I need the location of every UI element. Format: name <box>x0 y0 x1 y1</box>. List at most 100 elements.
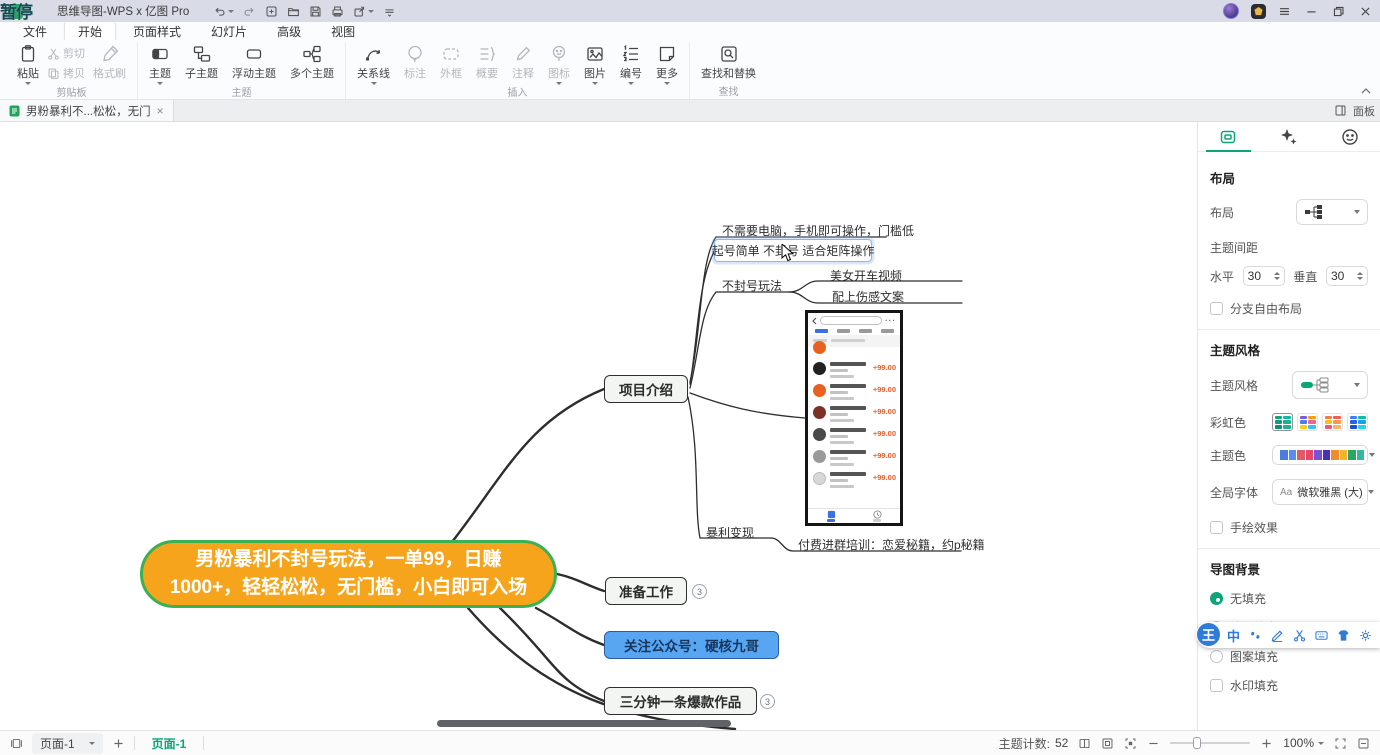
zoom-in-icon[interactable] <box>1260 737 1273 750</box>
undo-dropdown-icon[interactable] <box>228 10 234 13</box>
undo-button[interactable] <box>213 5 234 18</box>
branch-node-preparation[interactable]: 准备工作 <box>605 577 687 605</box>
hand-drawn-checkbox[interactable] <box>1210 521 1223 534</box>
child-node-profit[interactable]: 暴利变现 <box>706 524 754 541</box>
menu-slides[interactable]: 幻灯片 <box>198 22 260 41</box>
topic-button[interactable]: 主题 <box>143 42 177 87</box>
picture-button[interactable]: 图片 <box>578 42 612 87</box>
tab-ai[interactable] <box>1259 122 1320 151</box>
horizontal-spacing-input[interactable] <box>1248 269 1270 283</box>
fit-window-icon[interactable] <box>1101 737 1114 750</box>
open-file-button[interactable] <box>287 5 300 18</box>
redo-button[interactable] <box>243 5 256 18</box>
mindmap-canvas[interactable]: 男粉暴利不封号玩法，一单99，日赚1000+，轻轻松松，无门槛，小白即可入场 项… <box>0 122 1197 730</box>
close-tab-icon[interactable]: × <box>157 104 164 118</box>
rainbow-option-cool[interactable] <box>1347 413 1368 431</box>
branch-node-three-minutes[interactable]: 三分钟一条爆款作品 <box>604 687 757 715</box>
rainbow-option-multicolor[interactable] <box>1297 413 1318 431</box>
child-node-no-pc-needed[interactable]: 不需要电脑，手机即可操作，门槛低 <box>722 222 914 239</box>
child-node-no-ban-play[interactable]: 不封号玩法 <box>722 277 782 294</box>
rainbow-option-green[interactable] <box>1272 413 1293 431</box>
ime-logo-badge[interactable]: 王 <box>1196 622 1221 647</box>
slide-panel-icon[interactable] <box>10 737 23 750</box>
ime-punctuation-icon[interactable] <box>1249 629 1262 642</box>
find-replace-button[interactable]: 查找和替换 <box>695 42 762 83</box>
zoom-slider[interactable] <box>1170 742 1250 744</box>
zoom-slider-thumb[interactable] <box>1193 737 1201 749</box>
document-tab[interactable]: 男粉暴利不...松松，无门 × <box>0 100 174 121</box>
global-font-dropdown[interactable]: Aa 微软雅黑 (大) <box>1272 479 1368 505</box>
new-file-button[interactable] <box>265 5 278 18</box>
theme-style-dropdown[interactable] <box>1292 371 1368 399</box>
page-selector-dropdown[interactable]: 页面-1 <box>32 733 103 754</box>
fullscreen-icon[interactable] <box>1334 737 1347 750</box>
pattern-fill-radio[interactable] <box>1210 650 1223 663</box>
branch-node-project-intro[interactable]: 项目介绍 <box>604 375 688 403</box>
boundary-button[interactable]: 外框 <box>434 42 468 83</box>
horizontal-spacing-stepper[interactable] <box>1243 266 1285 286</box>
theme-color-dropdown[interactable] <box>1272 445 1368 465</box>
menu-home[interactable]: 开始 <box>64 21 116 42</box>
ime-keyboard-icon[interactable] <box>1315 629 1328 642</box>
no-fill-radio[interactable] <box>1210 592 1223 605</box>
watermark-fill-radio[interactable] <box>1210 679 1223 692</box>
phone-screenshot-image[interactable]: ··· +99.00 +99.00 <box>805 310 903 526</box>
share-button[interactable] <box>353 5 374 18</box>
ime-language-toggle[interactable]: 中 <box>1227 626 1240 645</box>
zoom-out-icon[interactable] <box>1147 737 1160 750</box>
customize-toolbar-button[interactable] <box>383 5 396 18</box>
free-layout-checkbox[interactable] <box>1210 302 1223 315</box>
comment-button[interactable]: 注释 <box>506 42 540 83</box>
outline-view-icon[interactable] <box>1078 737 1091 750</box>
menu-view[interactable]: 视图 <box>318 22 368 41</box>
close-window-icon[interactable] <box>1359 5 1372 18</box>
vertical-spacing-stepper[interactable] <box>1326 266 1368 286</box>
collapsed-count-badge[interactable]: 3 <box>692 584 707 599</box>
restore-icon[interactable] <box>1332 5 1345 18</box>
menu-page-style[interactable]: 页面样式 <box>120 22 194 41</box>
add-page-icon[interactable] <box>112 737 125 750</box>
panel-toggle-label[interactable]: 面板 <box>1353 103 1375 119</box>
collapse-ribbon-icon[interactable] <box>1360 87 1372 95</box>
tab-emoji[interactable] <box>1319 122 1380 151</box>
menu-advanced[interactable]: 高级 <box>264 22 314 41</box>
grandchild-node-sad-caption[interactable]: 配上伤感文案 <box>832 288 904 305</box>
multiple-topics-button[interactable]: 多个主题 <box>284 42 340 83</box>
callout-button[interactable]: 标注 <box>398 42 432 83</box>
paste-button[interactable]: 粘贴 <box>11 42 45 87</box>
canvas-horizontal-scrollbar[interactable] <box>437 720 731 727</box>
copy-button[interactable]: 拷贝 <box>47 65 85 81</box>
numbering-button[interactable]: 编号 <box>614 42 648 87</box>
share-dropdown-icon[interactable] <box>368 10 374 13</box>
ime-skin-icon[interactable] <box>1337 629 1350 642</box>
active-page-tab[interactable]: 页面-1 <box>144 735 195 752</box>
relationship-button[interactable]: 关系线 <box>351 42 396 87</box>
floating-topic-button[interactable]: 浮动主题 <box>226 42 282 83</box>
minimize-icon[interactable] <box>1305 5 1318 18</box>
collapse-statusbar-icon[interactable] <box>1357 737 1370 750</box>
window-menu-icon[interactable] <box>1278 5 1291 18</box>
rainbow-option-warm[interactable] <box>1322 413 1343 431</box>
user-avatar[interactable] <box>1223 3 1239 19</box>
panel-toggle-icon[interactable] <box>1334 104 1347 117</box>
menu-file[interactable]: 文件 <box>10 22 60 41</box>
format-painter-button[interactable]: 格式刷 <box>87 42 132 83</box>
layout-dropdown[interactable] <box>1296 199 1368 225</box>
icon-mark-button[interactable]: 图标 <box>542 42 576 87</box>
central-topic-node[interactable]: 男粉暴利不封号玩法，一单99，日赚1000+，轻轻松松，无门槛，小白即可入场 <box>140 540 557 608</box>
svip-badge-icon[interactable] <box>1251 4 1266 19</box>
summary-button[interactable]: 概要 <box>470 42 504 83</box>
ime-handwriting-icon[interactable] <box>1271 629 1284 642</box>
grandchild-node-paid-training[interactable]: 付费进群培训：恋爱秘籍，约p秘籍 <box>798 536 985 553</box>
ime-settings-icon[interactable] <box>1359 629 1372 642</box>
more-insert-button[interactable]: 更多 <box>650 42 684 87</box>
zoom-level-dropdown[interactable]: 100% <box>1283 736 1324 750</box>
vertical-spacing-input[interactable] <box>1331 269 1353 283</box>
recorder-pause-overlay[interactable]: 暂停 <box>0 0 32 23</box>
grandchild-node-beauty-video[interactable]: 美女开车视频 <box>830 267 902 284</box>
cut-button[interactable]: 剪切 <box>47 45 85 61</box>
save-button[interactable] <box>309 5 322 18</box>
tab-style[interactable] <box>1198 122 1259 151</box>
subtopic-button[interactable]: 子主题 <box>179 42 224 83</box>
print-button[interactable] <box>331 5 344 18</box>
